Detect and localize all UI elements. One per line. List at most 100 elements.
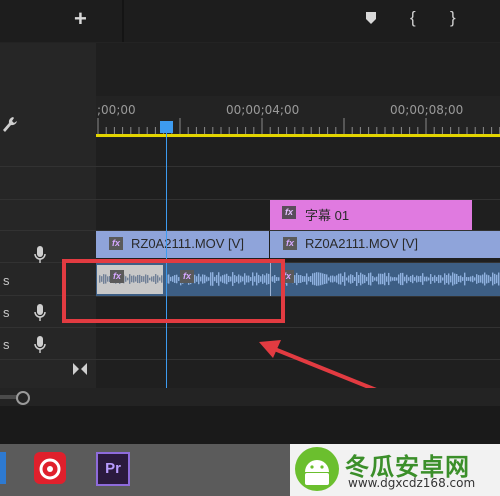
waveform-bar: [488, 275, 490, 283]
waveform-bar: [468, 277, 470, 281]
add-icon[interactable]: +: [74, 6, 87, 32]
timecode-label: 00;00;04;00: [226, 103, 300, 117]
waveform-bar: [498, 272, 500, 286]
timecode-label: 00;00;08;00: [390, 103, 464, 117]
waveform-bar: [428, 277, 430, 281]
android-logo-icon: [295, 447, 339, 491]
waveform-bar: [344, 272, 346, 286]
waveform-bar: [312, 273, 314, 285]
clip-label: 字幕 01: [305, 208, 350, 223]
waveform-bar: [494, 273, 496, 285]
waveform-bar: [432, 277, 434, 281]
microphone-icon[interactable]: [34, 336, 46, 354]
waveform-bar: [474, 277, 476, 281]
waveform-bar: [386, 276, 388, 282]
waveform-bar: [350, 274, 352, 284]
waveform-bar: [430, 274, 432, 284]
waveform-bar: [424, 276, 426, 282]
waveform-bar: [304, 276, 306, 282]
microphone-icon[interactable]: [34, 246, 46, 264]
timecode-label: ;00;00: [97, 103, 136, 117]
waveform-bar: [394, 277, 396, 281]
waveform-bar: [366, 276, 368, 282]
waveform-bar: [296, 272, 298, 286]
waveform-bar: [466, 277, 468, 281]
waveform-bar: [460, 275, 462, 283]
waveform-bar: [450, 275, 452, 283]
waveform-bar: [480, 275, 482, 283]
waveform-bar: [380, 273, 382, 285]
playhead-handle[interactable]: [160, 121, 173, 133]
waveform-bar: [384, 272, 386, 286]
marker-icon[interactable]: [366, 12, 376, 24]
clip-label: RZ0A2111.MOV [V]: [131, 236, 244, 251]
video-clip[interactable]: fx RZ0A2111.MOV [V]: [96, 231, 269, 258]
waveform-bar: [362, 274, 364, 284]
waveform-bar: [442, 277, 444, 281]
waveform-bar: [402, 272, 404, 286]
video-clip[interactable]: fx RZ0A2111.MOV [V]: [270, 231, 500, 258]
mark-out-button[interactable]: }: [450, 8, 456, 28]
waveform-bar: [458, 276, 460, 282]
waveform-bar: [318, 272, 320, 286]
waveform-bar: [364, 274, 366, 284]
waveform-bar: [306, 273, 308, 285]
waveform-bar: [414, 277, 416, 281]
waveform-bar: [440, 275, 442, 283]
clip-label: RZ0A2111.MOV [V]: [305, 236, 418, 251]
wrench-icon[interactable]: [2, 116, 18, 134]
audio-track-label: s: [3, 273, 10, 288]
waveform-bar: [484, 272, 486, 286]
waveform-bar: [330, 275, 332, 283]
waveform-bar: [416, 275, 418, 283]
title-clip[interactable]: fx 字幕 01: [270, 200, 472, 230]
track-headers: [0, 43, 96, 388]
waveform-bar: [434, 275, 436, 283]
waveform-bar: [374, 277, 376, 281]
waveform-bar: [444, 273, 446, 285]
work-area-bar[interactable]: [96, 134, 500, 137]
waveform-bar: [456, 273, 458, 285]
audio-track-label: s: [3, 305, 10, 320]
toggle-track-height-icon[interactable]: [72, 362, 88, 376]
waveform-bar: [408, 277, 410, 281]
waveform-bar: [378, 273, 380, 285]
waveform-bar: [334, 276, 336, 282]
panel-footer: [0, 406, 500, 446]
waveform-bar: [426, 276, 428, 282]
waveform-bar: [358, 274, 360, 284]
microphone-icon[interactable]: [34, 304, 46, 322]
waveform-bar: [472, 275, 474, 283]
waveform-bar: [492, 272, 494, 286]
waveform-bar: [448, 273, 450, 285]
waveform-bar: [372, 276, 374, 282]
waveform-bar: [356, 272, 358, 286]
waveform-bar: [328, 277, 330, 281]
waveform-bar: [310, 276, 312, 282]
waveform-bar: [302, 276, 304, 282]
zoom-handle[interactable]: [16, 391, 30, 405]
toolbar-divider: [122, 0, 124, 42]
waveform-bar: [418, 276, 420, 282]
waveform-bar: [390, 276, 392, 282]
waveform-bar: [462, 277, 464, 281]
waveform-bar: [348, 275, 350, 283]
waveform-bar: [486, 274, 488, 284]
taskbar-app-edge[interactable]: [0, 452, 6, 484]
waveform-bar: [410, 275, 412, 283]
waveform-bar: [422, 273, 424, 285]
waveform-bar: [340, 273, 342, 285]
waveform-bar: [370, 272, 372, 286]
fx-badge: fx: [109, 237, 123, 250]
waveform-bar: [320, 272, 322, 286]
mark-in-button[interactable]: {: [410, 8, 416, 28]
waveform-bar: [496, 274, 498, 284]
waveform-bar: [342, 276, 344, 282]
ruler-ticks: [97, 118, 500, 134]
waveform-bar: [478, 275, 480, 283]
premiere-pro-app-icon[interactable]: Pr: [96, 452, 130, 486]
waveform-bar: [392, 277, 394, 281]
netease-music-app-icon[interactable]: [34, 452, 66, 484]
waveform-bar: [300, 275, 302, 283]
waveform-bar: [482, 274, 484, 284]
